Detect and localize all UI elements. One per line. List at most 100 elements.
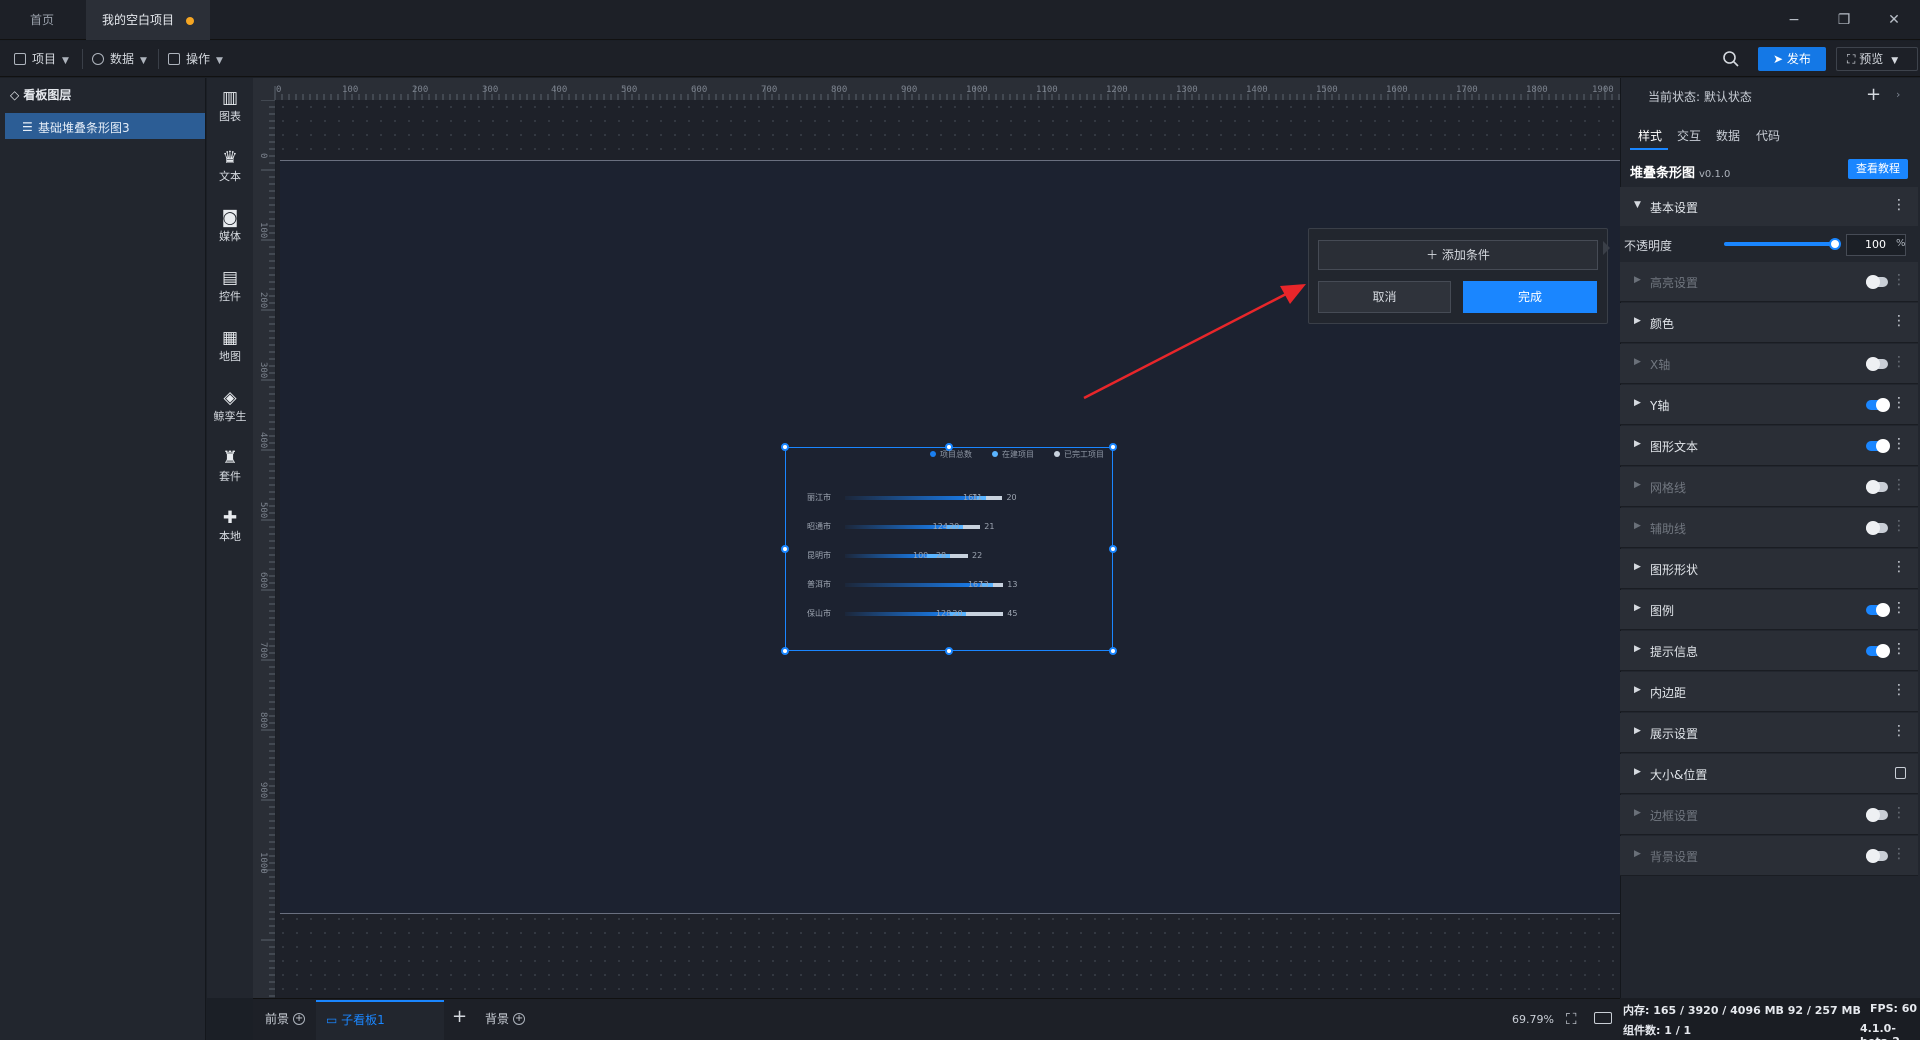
comp-widget[interactable]: ▤ 控件 <box>207 268 253 304</box>
more-icon[interactable]: ⋮ <box>1892 723 1906 739</box>
comp-local[interactable]: ✚ 本地 <box>207 508 253 544</box>
ruler-label: 100 <box>258 222 268 239</box>
menu-data[interactable]: 数据 ▼ <box>92 49 147 69</box>
section-legend-label: 图例 <box>1650 604 1675 618</box>
add-condition-button[interactable]: ＋ 添加条件 <box>1318 240 1598 270</box>
section-graphic-text[interactable]: ▶ 图形文本 ⋮ <box>1620 426 1918 466</box>
add-circle-icon[interactable]: + <box>513 1013 526 1025</box>
section-display[interactable]: ▶ 展示设置 ⋮ <box>1620 713 1918 753</box>
more-icon[interactable]: ⋮ <box>1892 805 1906 821</box>
comp-chart[interactable]: ▥ 图表 <box>207 88 253 124</box>
more-icon[interactable]: ⋮ <box>1892 682 1906 698</box>
menu-project[interactable]: 项目 ▼ <box>14 49 69 69</box>
section-y-axis[interactable]: ▶ Y轴 ⋮ <box>1620 385 1918 425</box>
close-button[interactable]: ✕ <box>1882 8 1906 32</box>
resize-handle[interactable] <box>1109 647 1117 655</box>
section-guidelines[interactable]: ▶ 辅助线 ⋮ <box>1620 508 1918 548</box>
section-graphic-text-label: 图形文本 <box>1650 440 1699 454</box>
tab-foreground[interactable]: 前景 + <box>265 1010 306 1027</box>
section-tooltip[interactable]: ▶ 提示信息 ⋮ <box>1620 631 1918 671</box>
tab-style[interactable]: 样式 <box>1638 127 1662 144</box>
tab-code[interactable]: 代码 <box>1756 127 1780 144</box>
preview-button[interactable]: ⛶ 预览 ▼ <box>1836 47 1918 71</box>
section-gridlines[interactable]: ▶ 网格线 ⋮ <box>1620 467 1918 507</box>
gridlines-toggle[interactable] <box>1866 480 1888 494</box>
more-icon[interactable]: ⋮ <box>1892 559 1906 575</box>
section-size-position[interactable]: ▶ 大小&位置 <box>1620 754 1918 794</box>
resize-handle[interactable] <box>781 545 789 553</box>
publish-button[interactable]: ➤ 发布 <box>1758 47 1826 71</box>
tutorial-button[interactable]: 查看教程 <box>1848 159 1908 179</box>
comp-media[interactable]: ◙ 媒体 <box>207 208 253 244</box>
caret-right-icon: ▶ <box>1634 398 1641 408</box>
done-button[interactable]: 完成 <box>1463 281 1597 313</box>
text-icon: ♛ <box>222 148 238 168</box>
keyboard-icon[interactable] <box>1594 1012 1612 1024</box>
layers-icon: ◇ <box>10 88 24 102</box>
opacity-slider-knob[interactable] <box>1829 238 1841 250</box>
border-toggle[interactable] <box>1866 808 1888 822</box>
section-color[interactable]: ▶ 颜色 ⋮ <box>1620 303 1918 343</box>
legend-toggle[interactable] <box>1866 603 1890 617</box>
more-icon[interactable]: ⋮ <box>1892 477 1906 493</box>
tab-project[interactable]: 我的空白项目 <box>86 0 211 40</box>
comp-map[interactable]: ▦ 地图 <box>207 328 253 364</box>
section-legend[interactable]: ▶ 图例 ⋮ <box>1620 590 1918 630</box>
background-toggle[interactable] <box>1866 849 1888 863</box>
section-x-axis[interactable]: ▶ X轴 ⋮ <box>1620 344 1918 384</box>
minimize-button[interactable]: − <box>1782 8 1806 32</box>
tab-home[interactable]: 首页 <box>14 0 70 40</box>
resize-handle[interactable] <box>781 443 789 451</box>
more-icon[interactable]: ⋮ <box>1892 354 1906 370</box>
add-state-icon[interactable]: + <box>1866 84 1881 105</box>
resize-handle[interactable] <box>1109 545 1117 553</box>
lock-icon[interactable] <box>1895 767 1906 779</box>
add-board-icon[interactable]: + <box>452 1006 467 1027</box>
comp-text[interactable]: ♛ 文本 <box>207 148 253 184</box>
section-border[interactable]: ▶ 边框设置 ⋮ <box>1620 795 1918 835</box>
more-icon[interactable]: ⋮ <box>1892 846 1906 862</box>
search-icon[interactable] <box>1722 50 1740 68</box>
more-icon[interactable]: ⋮ <box>1892 436 1906 452</box>
opacity-slider[interactable] <box>1724 242 1836 246</box>
section-padding[interactable]: ▶ 内边距 ⋮ <box>1620 672 1918 712</box>
more-icon[interactable]: ⋮ <box>1892 395 1906 411</box>
ruler-label: 300 <box>258 362 268 379</box>
caret-right-icon: ▶ <box>1634 767 1641 777</box>
guidelines-toggle[interactable] <box>1866 521 1888 535</box>
x-axis-toggle[interactable] <box>1866 357 1888 371</box>
section-background[interactable]: ▶ 背景设置 ⋮ <box>1620 836 1918 876</box>
more-icon[interactable]: ⋮ <box>1892 197 1906 213</box>
graphic-text-toggle[interactable] <box>1866 439 1890 453</box>
resize-handle[interactable] <box>1109 443 1117 451</box>
more-icon[interactable]: ⋮ <box>1892 600 1906 616</box>
more-icon[interactable]: ⋮ <box>1892 518 1906 534</box>
legend-label: 项目总数 <box>940 450 972 459</box>
tab-data[interactable]: 数据 <box>1716 127 1740 144</box>
category-label: 昭通市 <box>807 522 831 531</box>
zoom-level[interactable]: 69.79% <box>1512 1013 1554 1026</box>
restore-button[interactable]: ❐ <box>1832 8 1856 32</box>
more-icon[interactable]: ⋮ <box>1892 641 1906 657</box>
tooltip-toggle[interactable] <box>1866 644 1890 658</box>
fit-screen-icon[interactable]: ⛶ <box>1566 1010 1577 1028</box>
cancel-button[interactable]: 取消 <box>1318 281 1451 313</box>
more-icon[interactable]: ⋮ <box>1892 272 1906 288</box>
menu-operations[interactable]: 操作 ▼ <box>168 49 223 69</box>
tab-background[interactable]: 背景 + <box>485 1010 526 1027</box>
comp-twin[interactable]: ◈ 鲸孪生 <box>207 388 253 424</box>
y-axis-toggle[interactable] <box>1866 398 1890 412</box>
chevron-right-icon[interactable]: › <box>1896 88 1900 101</box>
add-circle-icon[interactable]: + <box>293 1013 306 1025</box>
tab-subboard[interactable]: ▭ 子看板1 <box>316 1000 444 1040</box>
more-icon[interactable]: ⋮ <box>1892 313 1906 329</box>
section-basic[interactable]: ▼ 基本设置 ⋮ <box>1620 187 1918 227</box>
section-highlight[interactable]: ▶ 高亮设置 ⋮ <box>1620 262 1918 302</box>
stacked-bar-chart-widget[interactable] <box>785 447 1113 651</box>
tab-interaction[interactable]: 交互 <box>1677 127 1701 144</box>
resize-handle[interactable] <box>781 647 789 655</box>
resize-handle[interactable] <box>945 647 953 655</box>
comp-kit[interactable]: ♜ 套件 <box>207 448 253 484</box>
section-shape[interactable]: ▶ 图形形状 ⋮ <box>1620 549 1918 589</box>
highlight-toggle[interactable] <box>1866 275 1888 289</box>
